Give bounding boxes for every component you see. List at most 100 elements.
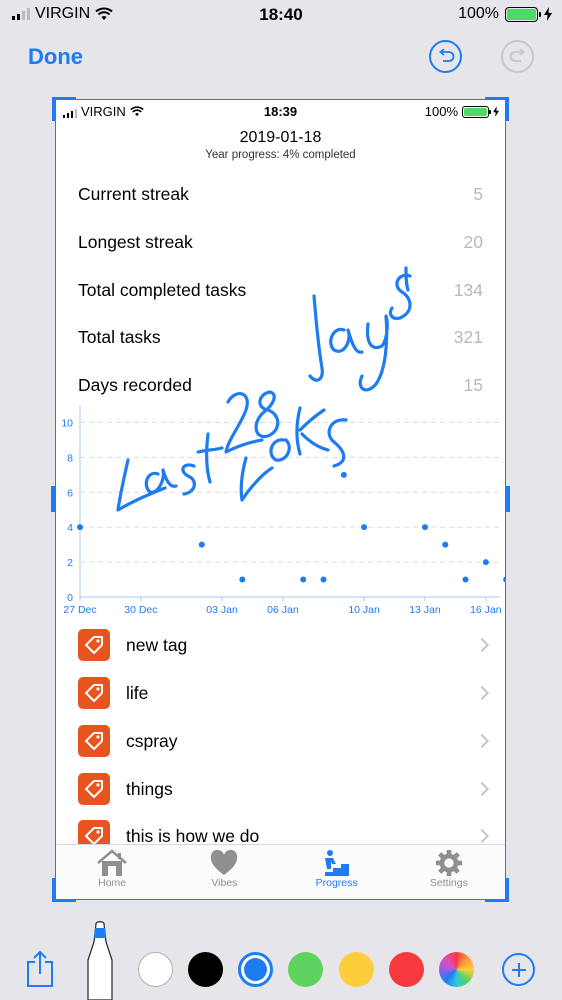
tag-icon: [78, 725, 110, 757]
stat-value: 321: [453, 326, 483, 347]
crop-handle[interactable]: [52, 878, 55, 902]
battery-icon: [505, 6, 541, 22]
data-point: [239, 576, 246, 583]
x-tick-label: 16 Jan: [470, 604, 502, 616]
share-button[interactable]: [24, 950, 56, 993]
chevron-right-icon: [474, 733, 490, 749]
redo-button[interactable]: [501, 40, 534, 73]
data-point: [421, 524, 428, 531]
battery-status: 100%: [458, 5, 552, 23]
crop-handle[interactable]: [52, 97, 55, 121]
crop-handle[interactable]: [52, 97, 76, 100]
tag-icon: [78, 629, 110, 661]
status-bar: VIRGIN 18:40 100%: [0, 0, 562, 30]
tab-vibes[interactable]: Vibes: [168, 845, 280, 899]
color-yellow-swatch[interactable]: [339, 952, 374, 987]
data-point: [340, 471, 347, 478]
tag-icon: [78, 677, 110, 709]
inner-status-bar: VIRGIN 18:39 100%: [56, 100, 505, 122]
tag-name: life: [126, 682, 149, 703]
color-red-swatch[interactable]: [389, 952, 424, 987]
stat-label: Days recorded: [78, 374, 192, 395]
data-point: [503, 576, 505, 583]
data-point: [442, 541, 449, 548]
add-button[interactable]: [502, 953, 535, 986]
stat-row: Total completed tasks 134: [78, 275, 483, 305]
tab-label: Vibes: [211, 877, 238, 889]
crop-handle[interactable]: [51, 486, 55, 512]
tag-name: new tag: [126, 634, 188, 655]
tag-row[interactable]: things: [78, 771, 490, 807]
crop-handle[interactable]: [52, 899, 76, 902]
year-progress: Year progress: 4% completed: [205, 149, 356, 161]
marker-pen-tool[interactable]: [82, 920, 118, 1000]
data-point: [77, 524, 83, 531]
undo-button[interactable]: [429, 40, 462, 73]
color-green-swatch[interactable]: [288, 952, 323, 987]
chevron-right-icon: [474, 685, 490, 701]
stat-value: 134: [453, 279, 483, 300]
chevron-right-icon: [474, 781, 490, 797]
tab-bar: Home Vibes Progress Settings: [56, 844, 505, 899]
tab-settings[interactable]: Settings: [393, 845, 505, 899]
tab-label: Settings: [429, 877, 468, 889]
chevron-right-icon: [474, 637, 490, 653]
battery-icon: [462, 105, 491, 118]
charging-bolt-icon: [493, 106, 499, 117]
x-tick-label: 03 Jan: [206, 604, 238, 616]
data-point: [320, 576, 327, 583]
color-white-swatch[interactable]: [138, 952, 173, 987]
redo-icon: [509, 48, 525, 62]
undo-icon: [438, 48, 454, 62]
page-title: 2019-01-18: [239, 129, 322, 146]
stat-row: Total tasks 321: [78, 322, 483, 352]
tab-label: Home: [98, 877, 127, 889]
tag-name: things: [126, 778, 173, 799]
stat-label: Total tasks: [78, 326, 161, 347]
stat-label: Current streak: [78, 183, 189, 204]
screenshot-preview[interactable]: VIRGIN 18:39 100% 2019-01-18 Year progre…: [55, 99, 506, 900]
charging-bolt-icon: [544, 7, 552, 21]
tab-label: Progress: [315, 877, 358, 889]
stat-value: 5: [473, 183, 483, 204]
gear-icon: [435, 849, 462, 877]
crop-handle[interactable]: [506, 486, 510, 512]
data-point: [198, 541, 205, 548]
x-tick-label: 06 Jan: [267, 604, 299, 616]
stat-label: Total completed tasks: [78, 279, 247, 300]
stat-value: 15: [463, 374, 483, 395]
data-point: [300, 576, 307, 583]
y-tick-label: 0: [67, 592, 73, 604]
share-icon: [27, 950, 53, 987]
home-icon: [97, 849, 127, 876]
color-multicolor-swatch[interactable]: [439, 952, 474, 987]
stat-value: 20: [463, 231, 483, 252]
color-blue-swatch-selected[interactable]: [238, 952, 273, 987]
tab-home[interactable]: Home: [56, 845, 168, 899]
y-tick-label: 2: [67, 557, 73, 569]
stat-row: Current streak 5: [78, 179, 483, 209]
battery-percent: 100%: [458, 5, 499, 22]
tag-row[interactable]: cspray: [78, 723, 490, 759]
tag-icon: [78, 773, 110, 805]
y-tick-label: 10: [61, 417, 73, 429]
y-tick-label: 6: [67, 487, 73, 499]
tab-progress[interactable]: Progress: [281, 845, 393, 899]
progress-stairs-icon: [324, 850, 349, 876]
x-tick-label: 30 Dec: [124, 604, 157, 616]
stat-row: Longest streak 20: [78, 227, 483, 257]
data-point: [482, 559, 489, 566]
y-tick-label: 4: [67, 522, 73, 534]
crop-handle[interactable]: [506, 97, 509, 121]
chevron-right-icon: [474, 828, 490, 844]
color-black-swatch[interactable]: [188, 952, 223, 987]
tag-name: cspray: [126, 730, 178, 751]
tag-row[interactable]: life: [78, 675, 490, 711]
y-tick-label: 8: [67, 452, 73, 464]
done-button[interactable]: Done: [28, 44, 83, 70]
heart-icon: [211, 849, 238, 875]
x-tick-label: 13 Jan: [409, 604, 441, 616]
tag-row[interactable]: new tag: [78, 627, 490, 663]
data-point: [462, 576, 469, 583]
crop-handle[interactable]: [506, 878, 509, 902]
